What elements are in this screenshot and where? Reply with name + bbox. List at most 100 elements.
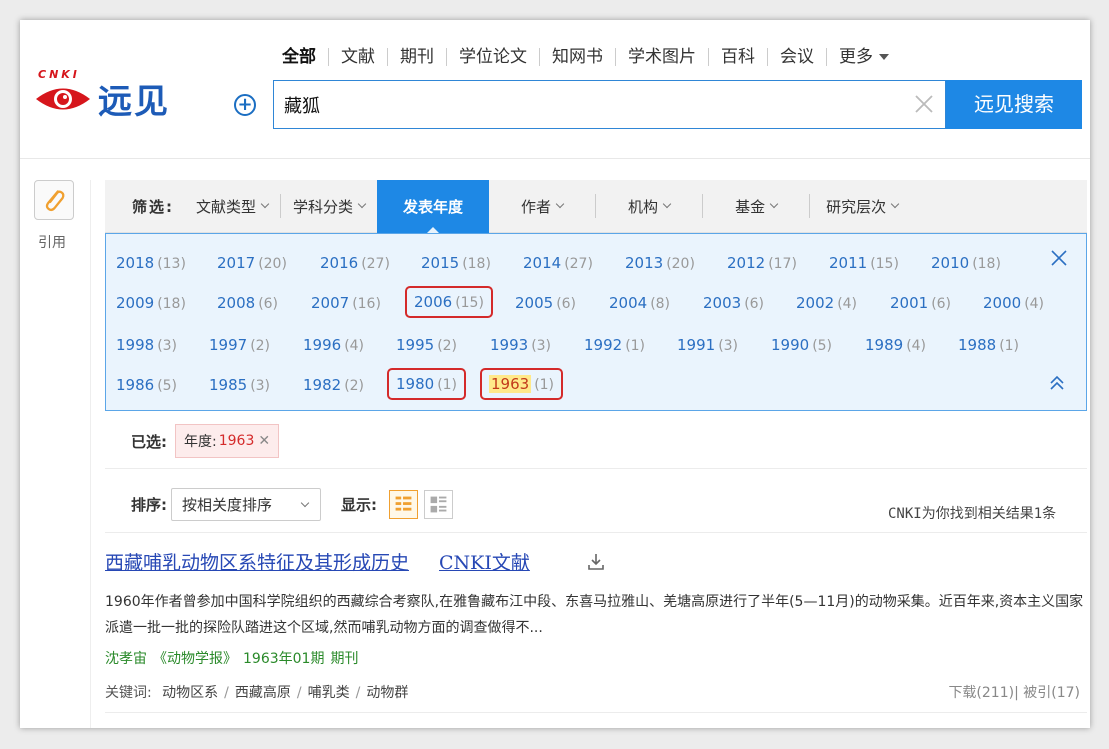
abstract-list-icon	[430, 496, 447, 513]
year-option-2004[interactable]: 2004 (8)	[609, 294, 670, 312]
chevron-down-icon	[662, 199, 672, 209]
year-option-1998[interactable]: 1998 (3)	[116, 336, 177, 354]
year-count: (20)	[666, 256, 695, 272]
close-icon[interactable]	[1050, 249, 1068, 267]
year-value: 1991	[677, 336, 716, 354]
result-count: CNKI为你找到相关结果1条	[888, 506, 1057, 522]
year-option-2008[interactable]: 2008 (6)	[217, 294, 278, 312]
result-stats: 下载(211)| 被引(17)	[948, 685, 1080, 701]
year-value: 2008	[217, 294, 256, 312]
year-value: 1995	[396, 336, 435, 354]
selected-tag[interactable]: 年度: 1963 ✕	[175, 424, 280, 458]
filter-item-6[interactable]: 研究层次	[810, 180, 914, 233]
year-option-2000[interactable]: 2000 (4)	[983, 294, 1044, 312]
year-option-2010[interactable]: 2010 (18)	[931, 254, 1001, 272]
tab-7[interactable]: 会议	[767, 48, 826, 66]
year-option-2009[interactable]: 2009 (18)	[116, 294, 186, 312]
keyword-link[interactable]: 动物区系	[162, 685, 218, 701]
year-option-2003[interactable]: 2003 (6)	[703, 294, 764, 312]
cnki-logo[interactable]: CNKI 远见	[34, 68, 194, 122]
year-option-2014[interactable]: 2014 (27)	[523, 254, 593, 272]
year-option-2011[interactable]: 2011 (15)	[829, 254, 899, 272]
collapse-up-icon[interactable]	[1048, 374, 1066, 392]
year-option-1993[interactable]: 1993 (3)	[490, 336, 551, 354]
filter-item-label: 基金	[735, 197, 766, 216]
result-journal[interactable]: 《动物学报》	[153, 651, 237, 667]
year-option-1997[interactable]: 1997 (2)	[209, 336, 270, 354]
abstract-view-button[interactable]	[424, 490, 453, 519]
year-option-2002[interactable]: 2002 (4)	[796, 294, 857, 312]
filter-item-3[interactable]: 作者	[489, 180, 595, 233]
keyword-separator: /	[296, 685, 302, 701]
result-author[interactable]: 沈孝宙	[105, 651, 147, 667]
year-value: 2017	[217, 254, 256, 272]
year-option-2006[interactable]: 2006 (15)	[405, 286, 493, 318]
keyword-link[interactable]: 哺乳类	[308, 685, 350, 701]
keyword-link[interactable]: 动物群	[366, 685, 408, 701]
year-option-1996[interactable]: 1996 (4)	[303, 336, 364, 354]
year-option-1980[interactable]: 1980 (1)	[386, 368, 467, 400]
download-icon[interactable]	[586, 552, 606, 572]
year-option-1990[interactable]: 1990 (5)	[771, 336, 832, 354]
sort-select[interactable]: 按相关度排序	[171, 488, 321, 521]
year-option-1986[interactable]: 1986 (5)	[116, 376, 177, 394]
year-option-2007[interactable]: 2007 (16)	[311, 294, 381, 312]
year-option-2018[interactable]: 2018 (13)	[116, 254, 186, 272]
tab-5[interactable]: 学术图片	[615, 48, 708, 66]
year-option-2015[interactable]: 2015 (18)	[421, 254, 491, 272]
tab-1[interactable]: 文献	[328, 48, 387, 66]
result-issue[interactable]: 1963年01期	[243, 651, 324, 667]
chevron-down-icon	[555, 199, 565, 209]
year-option-1982[interactable]: 1982 (2)	[303, 376, 364, 394]
year-option-2001[interactable]: 2001 (6)	[890, 294, 951, 312]
year-option-2012[interactable]: 2012 (17)	[727, 254, 797, 272]
tab-6[interactable]: 百科	[708, 48, 767, 66]
year-option-2017[interactable]: 2017 (20)	[217, 254, 287, 272]
chevron-down-icon	[357, 199, 367, 209]
add-condition-icon[interactable]: +	[234, 94, 256, 116]
year-option-1989[interactable]: 1989 (4)	[865, 336, 926, 354]
filter-item-1[interactable]: 学科分类	[281, 180, 377, 233]
search-button[interactable]: 远见搜索	[946, 80, 1082, 129]
tab-0[interactable]: 全部	[278, 48, 328, 66]
tab-3[interactable]: 学位论文	[446, 48, 539, 66]
year-value: 2012	[727, 254, 766, 272]
filter-item-4[interactable]: 机构	[596, 180, 702, 233]
filter-item-2[interactable]: 发表年度	[377, 179, 490, 234]
result-title-link[interactable]: 西藏哺乳动物区系特征及其形成历史 CNKI文献	[105, 548, 530, 575]
year-value: 2016	[320, 254, 359, 272]
year-option-1991[interactable]: 1991 (3)	[677, 336, 738, 354]
year-count: (17)	[768, 256, 797, 272]
year-option-2005[interactable]: 2005 (6)	[515, 294, 576, 312]
year-value: 2005	[515, 294, 554, 312]
year-value: 1990	[771, 336, 810, 354]
cite-button[interactable]	[34, 180, 74, 220]
remove-tag-icon[interactable]: ✕	[258, 433, 270, 449]
detail-view-button[interactable]	[389, 490, 418, 519]
search-input[interactable]	[274, 81, 874, 128]
year-count: (6)	[258, 296, 279, 312]
year-count: (1)	[534, 377, 555, 393]
year-option-1992[interactable]: 1992 (1)	[584, 336, 645, 354]
year-option-2013[interactable]: 2013 (20)	[625, 254, 695, 272]
divider	[105, 712, 1087, 713]
year-count: (6)	[931, 296, 952, 312]
year-value: 1988	[958, 336, 997, 354]
filter-item-5[interactable]: 基金	[703, 180, 809, 233]
tab-2[interactable]: 期刊	[387, 48, 446, 66]
year-count: (6)	[744, 296, 765, 312]
year-option-1995[interactable]: 1995 (2)	[396, 336, 457, 354]
year-option-1963[interactable]: 1963 (1)	[479, 368, 564, 400]
year-value: 1980	[396, 375, 435, 393]
clear-icon[interactable]	[913, 93, 935, 115]
selected-label: 已选:	[131, 432, 167, 451]
result-source-link[interactable]: CNKI文献	[439, 552, 530, 574]
tab-4[interactable]: 知网书	[539, 48, 615, 66]
filter-item-0[interactable]: 文献类型	[184, 180, 280, 233]
keyword-link[interactable]: 西藏高原	[235, 685, 291, 701]
sidebar-divider	[90, 180, 91, 728]
year-option-1985[interactable]: 1985 (3)	[209, 376, 270, 394]
year-option-1988[interactable]: 1988 (1)	[958, 336, 1019, 354]
year-option-2016[interactable]: 2016 (27)	[320, 254, 390, 272]
tab-8[interactable]: 更多	[826, 48, 901, 66]
